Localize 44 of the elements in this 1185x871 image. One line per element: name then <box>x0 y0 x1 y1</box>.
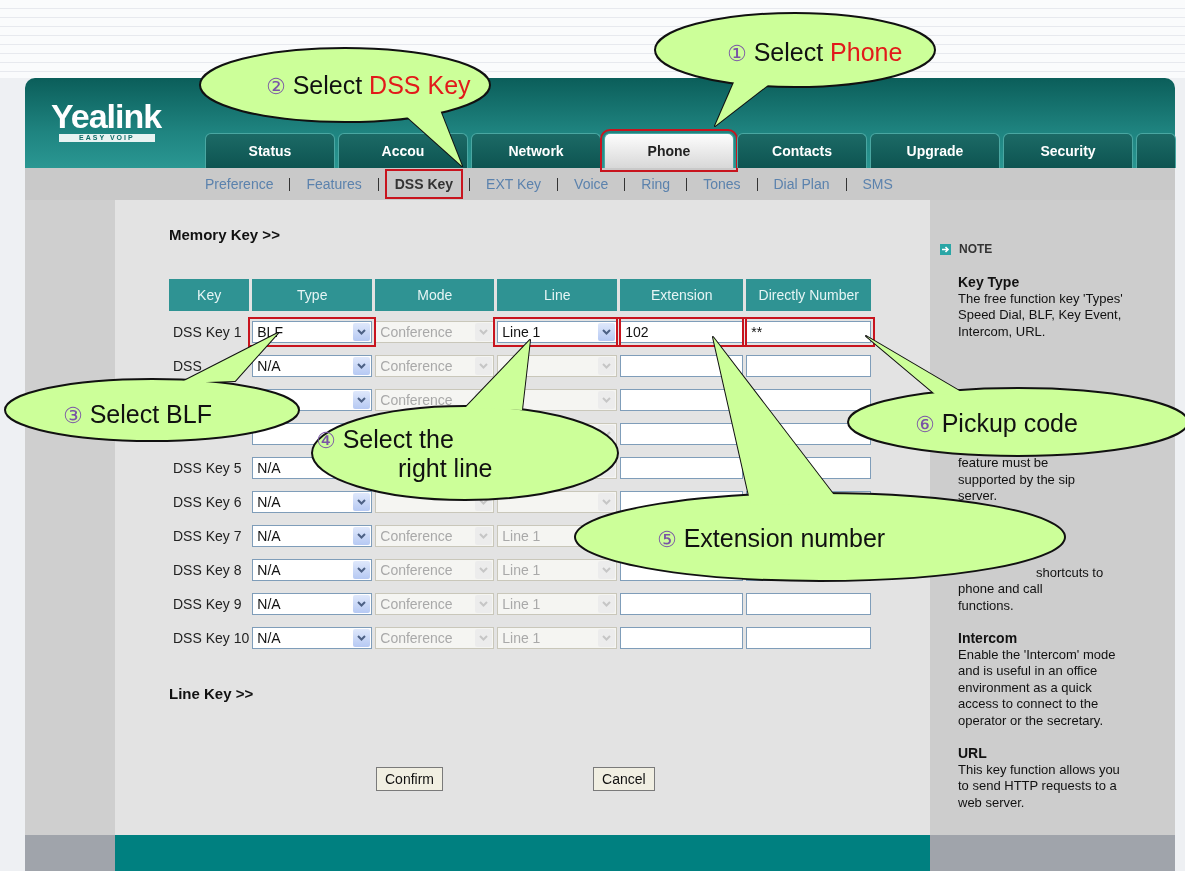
key-label: DSS Key 6 <box>173 494 242 510</box>
dropdown[interactable]: N/A <box>252 491 373 513</box>
note-text: functions. <box>958 597 1015 614</box>
button[interactable]: Cancel <box>593 767 655 791</box>
dropdown[interactable]: N/A <box>252 627 373 649</box>
tab[interactable]: Security <box>1003 133 1133 168</box>
note-text: server. <box>958 488 998 505</box>
note-text: The free function key 'Types' Speed Dial, BLF, Key Event, Intercom, URL. <box>958 290 1123 340</box>
dropdown[interactable]: N/A <box>252 593 373 615</box>
key-label: DSS Key 10 <box>173 630 250 646</box>
section-title: Memory Key >> <box>169 226 281 245</box>
button[interactable]: Confirm <box>376 767 443 791</box>
callout-label: ① Select Phone <box>727 38 903 66</box>
dropdown[interactable]: N/A <box>252 525 373 547</box>
callout-label: ⑤ Extension number <box>657 524 886 552</box>
key-label: DSS Key 5 <box>173 460 242 476</box>
note-text: phone and call <box>958 581 1044 598</box>
note-text: feature must be <box>958 455 1050 472</box>
tab[interactable]: Contacts <box>737 133 867 168</box>
callout-label: ⑥ Pickup code <box>915 409 1078 437</box>
note-text: This key function allows you to send HTTP requests to a web server. <box>958 761 1121 811</box>
callout-label: right line <box>398 454 493 482</box>
section-title: Line Key >> <box>169 685 255 704</box>
callout-label: ④ Select the <box>316 425 454 453</box>
note-heading: NOTE <box>959 242 993 256</box>
note-title: Intercom <box>958 630 1019 647</box>
key-label: DSS Key 8 <box>173 562 242 578</box>
note-title: Key Type <box>958 274 1021 291</box>
callout-label: ② Select DSS Key <box>266 71 471 99</box>
note-text: shortcuts to <box>1035 564 1105 581</box>
tab[interactable]: Network <box>471 133 601 168</box>
key-label: DSS <box>173 358 202 374</box>
note-title: URL <box>958 745 988 762</box>
tab[interactable]: Status <box>205 133 335 168</box>
dropdown[interactable]: N/A <box>252 355 373 377</box>
tab[interactable]: Upgrade <box>870 133 1000 168</box>
note-text: supported by the sip <box>958 471 1077 488</box>
nav-link[interactable]: DSS Key <box>384 169 464 199</box>
key-label: DSS Key 7 <box>173 528 242 544</box>
key-label: DSS Key 1 <box>173 324 242 340</box>
dropdown[interactable]: N/A <box>252 559 373 581</box>
key-label: DSS Key 9 <box>173 596 242 612</box>
note-text: Enable the 'Intercom' mode and is useful in an office environment as a quick access to connect to the operator or the secretary. <box>958 646 1117 729</box>
callout-label: ③ Select BLF <box>63 400 212 428</box>
